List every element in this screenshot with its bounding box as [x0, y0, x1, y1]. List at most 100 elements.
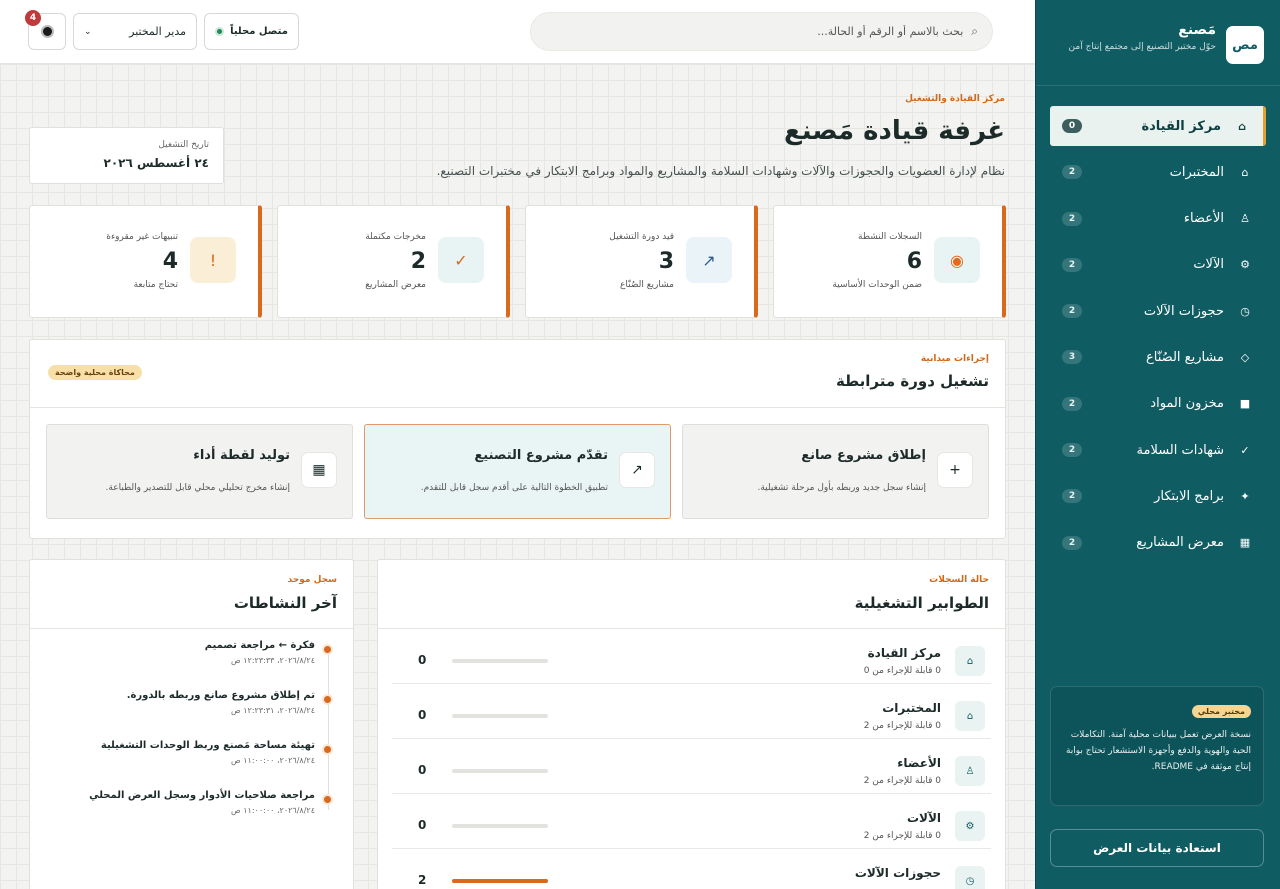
page-description: نظام لإدارة العضويات والحجوزات والآلات و… — [436, 164, 1005, 178]
plus-icon: + — [937, 452, 973, 488]
brand-tagline: حوّل مختبر التصنيع إلى مجتمع إنتاج آمن — [1068, 42, 1216, 52]
sidebar-item-materials[interactable]: ■ مخزون المواد 2 — [1050, 384, 1266, 424]
timeline-dot-icon — [322, 744, 333, 755]
queue-row[interactable]: ♙ الأعضاء 0 قابلة للإجراء من 2 0 — [392, 739, 991, 794]
search-box: ⌕ — [530, 12, 993, 51]
sidebar-nav: ⌂ مركز القيادة 0 ⌂ المختبرات 2 ♙ الأعضاء… — [1036, 86, 1280, 563]
arrow-up-right-icon: ↗ — [686, 237, 732, 283]
queue-row[interactable]: ⌂ المختبرات 0 قابلة للإجراء من 2 0 — [392, 684, 991, 739]
stat-value: 4 — [162, 249, 178, 274]
stat-sub: تحتاج متابعة — [133, 280, 178, 290]
local-lab-note: مختبر محلي نسخة العرض تعمل ببيانات محلية… — [1050, 686, 1264, 806]
alert-icon: ! — [190, 237, 236, 283]
action-title: توليد لقطة أداء — [193, 448, 290, 463]
gear-icon: ⚙ — [1240, 258, 1250, 272]
sidebar-item-label: شهادات السلامة — [1136, 442, 1224, 458]
sidebar-item-gallery[interactable]: ▦ معرض المشاريع 2 — [1050, 523, 1266, 563]
sidebar-item-members[interactable]: ♙ الأعضاء 2 — [1050, 199, 1266, 239]
role-select-value: مدير المختبر — [129, 25, 186, 38]
connection-status[interactable]: متصل محلياً — [204, 13, 299, 50]
queue-row[interactable]: ⚙ الآلات 0 قابلة للإجراء من 2 0 — [392, 794, 991, 849]
sidebar-item-machines[interactable]: ⚙ الآلات 2 — [1050, 245, 1266, 285]
home-icon: ⌂ — [1241, 165, 1249, 179]
advance-project-action[interactable]: ↗ تقدّم مشروع التصنيع تطبيق الخطوة التال… — [364, 424, 671, 519]
activity-title-text: تهيئة مساحة مَصنع وربط الوحدات التشغيلية — [100, 740, 315, 751]
queue-count: 0 — [418, 763, 427, 777]
stat-card-active-records: ◉ السجلات النشطة 6 ضمن الوحدات الأساسية — [773, 205, 1006, 318]
page-title: غرفة قيادة مَصنع — [783, 116, 1005, 146]
queues-eyebrow: حالة السجلات — [929, 575, 989, 585]
check-icon: ✓ — [438, 237, 484, 283]
activity-time: ٢٠٢٦/٨/٢٤، ١٢:٢٣:٣١ ص — [231, 706, 315, 715]
generate-snapshot-action[interactable]: ▦ توليد لقطة أداء إنشاء مخرج تحليلي محلي… — [46, 424, 353, 519]
sidebar-item-labs[interactable]: ⌂ المختبرات 2 — [1050, 152, 1266, 192]
clock-icon: ◷ — [955, 866, 985, 889]
stat-sub: ضمن الوحدات الأساسية — [832, 280, 922, 290]
timeline-dot-icon — [322, 694, 333, 705]
queue-progress-fill — [452, 879, 548, 883]
sidebar-item-label: الآلات — [1193, 257, 1224, 273]
sidebar-item-label: حجوزات الآلات — [1143, 303, 1224, 319]
date-label: تاريخ التشغيل — [158, 140, 209, 150]
queue-name: مركز القيادة — [867, 646, 941, 660]
restore-demo-data-button[interactable]: استعادة بيانات العرض — [1050, 829, 1264, 867]
sidebar-item-innovation[interactable]: ✦ برامج الابتكار 2 — [1050, 476, 1266, 516]
stat-card-unread-alerts: ! تنبيهات غير مقروءة 4 تحتاج متابعة — [29, 205, 262, 318]
box-icon: ■ — [1239, 397, 1251, 411]
status-label: متصل محلياً — [230, 26, 288, 37]
activity-title-text: تم إطلاق مشروع صانع وربطه بالدورة. — [126, 690, 315, 701]
queue-progress-bar — [452, 879, 548, 883]
stat-label: السجلات النشطة — [858, 232, 922, 242]
timeline-dot-icon — [322, 644, 333, 655]
check-icon: ✓ — [1240, 443, 1250, 457]
search-icon: ⌕ — [971, 24, 978, 38]
queue-name: حجوزات الآلات — [854, 866, 941, 880]
queue-sub: 0 قابلة للإجراء من 2 — [863, 721, 941, 731]
action-desc: تطبيق الخطوة التالية على أقدم سجل قابل ل… — [420, 483, 608, 493]
diamond-icon: ◇ — [1240, 350, 1250, 364]
queues-title: الطوابير التشغيلية — [854, 594, 989, 612]
search-input[interactable] — [545, 25, 964, 38]
queue-row[interactable]: ◷ حجوزات الآلات 2 — [392, 849, 991, 889]
activity-time: ٢٠٢٦/٨/٢٤، ١١:٠٠:٠٠ ص — [231, 806, 315, 815]
brand-name: مَصنع — [1178, 22, 1216, 38]
sidebar-item-count: 2 — [1062, 211, 1082, 226]
launch-maker-project-action[interactable]: + إطلاق مشروع صانع إنشاء سجل جديد وربطه … — [682, 424, 989, 519]
sidebar-item-label: المختبرات — [1169, 164, 1224, 180]
operational-queues-panel: حالة السجلات الطوابير التشغيلية ⌂ مركز ا… — [377, 559, 1006, 889]
stat-value: 6 — [906, 249, 922, 274]
queue-count: 2 — [418, 873, 427, 887]
sidebar: مص مَصنع حوّل مختبر التصنيع إلى مجتمع إن… — [1035, 0, 1280, 889]
field-actions-panel: إجراءات ميدانية تشغيل دورة مترابطة محاكا… — [29, 339, 1006, 539]
stat-sub: مشاريع الصُنّاع — [620, 280, 674, 290]
stat-label: قيد دورة التشغيل — [609, 232, 674, 242]
sidebar-item-label: معرض المشاريع — [1136, 535, 1224, 551]
role-select[interactable]: مدير المختبر ⌄ — [73, 13, 197, 50]
clock-icon: ◷ — [1240, 304, 1250, 318]
main-content: مركز القيادة والتشغيل غرفة قيادة مَصنع ن… — [0, 64, 1035, 889]
queue-count: 0 — [418, 708, 427, 722]
action-title: إطلاق مشروع صانع — [801, 448, 926, 463]
sidebar-item-label: الأعضاء — [1183, 211, 1224, 227]
queue-progress-bar — [452, 824, 548, 828]
sidebar-item-command-center[interactable]: ⌂ مركز القيادة 0 — [1050, 106, 1266, 146]
queue-progress-bar — [452, 714, 548, 718]
stat-card-in-progress: ↗ قيد دورة التشغيل 3 مشاريع الصُنّاع — [525, 205, 758, 318]
sidebar-item-bookings[interactable]: ◷ حجوزات الآلات 2 — [1050, 291, 1266, 331]
sidebar-item-count: 2 — [1062, 304, 1082, 319]
activity-item: تم إطلاق مشروع صانع وربطه بالدورة. ٢٠٢٦/… — [30, 690, 333, 740]
stat-sub: معرض المشاريع — [365, 280, 426, 290]
simulation-badge: محاكاة محلية واضحة — [48, 365, 142, 380]
sidebar-item-label: برامج الابتكار — [1154, 488, 1224, 504]
brand-logo: مص — [1226, 26, 1264, 64]
sidebar-item-safety[interactable]: ✓ شهادات السلامة 2 — [1050, 430, 1266, 470]
note-text: نسخة العرض تعمل ببيانات محلية آمنة. التك… — [1065, 730, 1251, 772]
queue-sub: 0 قابلة للإجراء من 0 — [863, 666, 941, 676]
sidebar-item-maker-projects[interactable]: ◇ مشاريع الصُنّاع 3 — [1050, 337, 1266, 377]
queue-name: المختبرات — [882, 701, 941, 715]
queue-row[interactable]: ⌂ مركز القيادة 0 قابلة للإجراء من 0 0 — [392, 629, 991, 684]
note-badge: مختبر محلي — [1191, 705, 1251, 718]
topbar: ⌕ متصل محلياً مدير المختبر ⌄ 4 — [0, 0, 1035, 64]
user-icon: ♙ — [1240, 212, 1250, 226]
sidebar-item-count: 2 — [1062, 257, 1082, 272]
